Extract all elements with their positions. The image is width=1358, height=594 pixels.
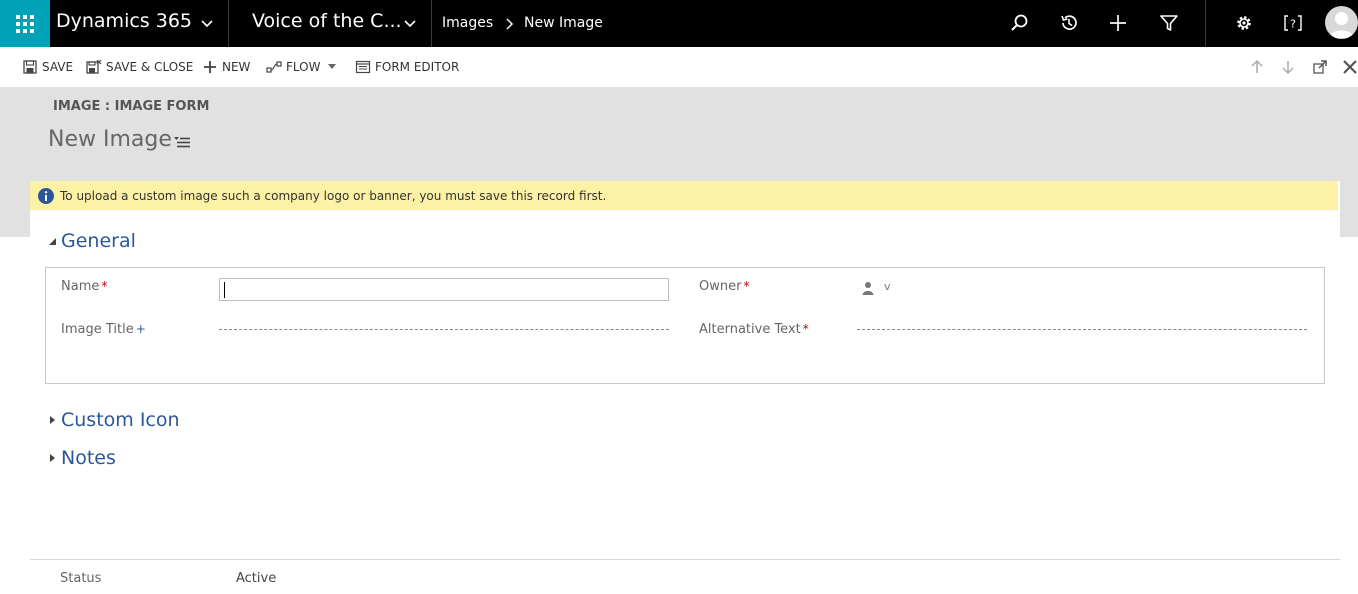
gear-icon [1237,16,1251,30]
form-editor-button[interactable]: FORM EDITOR [355,58,459,76]
owner-name: v [884,279,891,293]
app-launcher-button[interactable] [0,0,50,47]
nav-divider [431,0,432,47]
owner-field-label: Owner * [699,279,750,294]
history-icon [1061,15,1077,31]
name-field-label: Name * [61,279,108,294]
save-close-icon [86,59,102,74]
area-chevron-down-icon[interactable] [403,19,417,29]
form-selector-button[interactable] [174,136,190,148]
form-footer: Status Active [30,559,1340,594]
svg-text:?: ? [1290,18,1296,31]
chevron-right-icon [504,16,514,30]
entity-form-label: IMAGE : IMAGE FORM [53,99,210,114]
breadcrumb-record: New Image [524,15,603,31]
recommended-marker: + [135,322,146,336]
user-profile-button[interactable] [1325,6,1358,39]
image-title-input[interactable] [219,328,669,330]
top-navigation-bar: Dynamics 365 Voice of the C... Images Ne… [0,0,1358,47]
popout-button[interactable] [1312,59,1328,75]
notification-text: To upload a custom image such a company … [60,188,607,203]
flow-label: FLOW [286,60,321,74]
page-title: New Image [48,127,172,152]
image-title-field-label: Image Title + [61,322,146,337]
recent-records-button[interactable] [1058,12,1080,34]
required-marker: * [802,322,809,336]
user-icon [862,282,874,295]
next-record-button[interactable] [1280,59,1296,75]
help-button[interactable]: ? [1282,12,1304,34]
status-label: Status [60,571,102,586]
section-general-title: General [61,230,136,252]
info-icon [38,187,54,204]
caret-down-icon [328,64,337,69]
app-switcher-chevron-down-icon[interactable] [200,19,214,29]
command-bar: SAVE SAVE & CLOSE NEW FLOW FORM EDITOR [0,47,1358,87]
waffle-icon [16,14,34,33]
section-custom-icon-title: Custom Icon [61,409,180,431]
form-body [30,181,1340,594]
new-label: NEW [222,60,251,74]
text-cursor [224,282,225,298]
arrow-up-icon [1251,59,1263,73]
required-marker: * [743,279,750,293]
search-icon [1011,14,1028,31]
app-name: Dynamics 365 [56,10,192,32]
new-icon [204,61,216,73]
flow-button[interactable]: FLOW [266,58,337,76]
expand-triangle-icon [49,416,56,424]
form-editor-label: FORM EDITOR [375,60,460,74]
save-button[interactable]: SAVE [22,58,73,76]
previous-record-button[interactable] [1249,59,1265,75]
new-button[interactable]: NEW [202,58,250,76]
nav-divider [1205,0,1206,47]
flow-icon [266,61,282,73]
save-label: SAVE [42,60,74,74]
section-notes-title: Notes [61,447,116,469]
settings-button[interactable] [1233,12,1255,34]
form-editor-icon [355,60,371,74]
form-selector-icon [174,137,190,148]
section-notes-header[interactable]: Notes [49,447,116,469]
close-icon [1343,60,1357,74]
notification-bar: To upload a custom image such a company … [30,181,1338,210]
save-and-close-button[interactable]: SAVE & CLOSE [86,58,193,76]
popout-icon [1313,60,1327,74]
filter-icon [1160,15,1178,31]
save-close-label: SAVE & CLOSE [106,60,194,74]
section-general-header[interactable]: General [49,230,136,252]
status-value: Active [236,571,277,586]
alternative-text-field-label: Alternative Text * [699,322,809,337]
nav-divider [228,0,229,47]
required-marker: * [101,279,108,293]
avatar-icon [1329,12,1354,38]
breadcrumb-entity[interactable]: Images [442,15,493,31]
close-button[interactable] [1342,59,1358,75]
help-icon: ? [1284,15,1302,31]
section-custom-icon-header[interactable]: Custom Icon [49,409,180,431]
collapse-triangle-icon [49,237,56,245]
area-selector[interactable]: Voice of the C... [252,10,402,32]
name-input[interactable] [219,278,669,301]
alternative-text-input[interactable] [857,328,1307,330]
save-icon [23,60,37,74]
advanced-find-button[interactable] [1158,12,1180,34]
arrow-down-icon [1282,61,1294,75]
plus-icon [1110,15,1126,31]
quick-create-button[interactable] [1107,12,1129,34]
expand-triangle-icon [49,454,56,462]
owner-lookup-value[interactable]: v [862,279,891,295]
search-button[interactable] [1008,12,1030,34]
